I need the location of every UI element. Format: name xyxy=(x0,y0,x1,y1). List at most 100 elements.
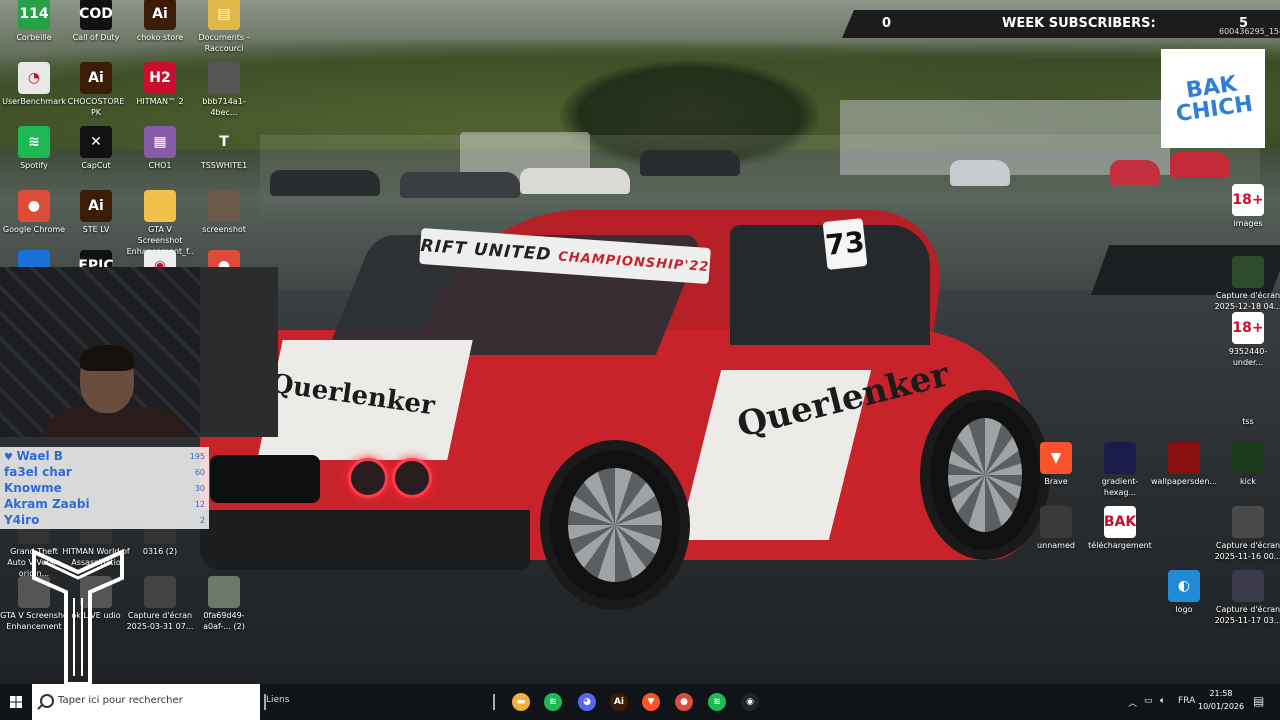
desktop-icon[interactable]: 18+ images xyxy=(1214,184,1280,229)
image-thumb-icon xyxy=(1168,442,1200,474)
desktop-icon[interactable]: screenshot xyxy=(190,190,258,235)
ai-icon: Ai xyxy=(80,190,112,222)
desktop-icon-label: Capture d'écran 2025-12-18 04... xyxy=(1214,291,1280,311)
desktop-icon[interactable]: ✕ CapCut xyxy=(62,126,130,171)
desktop-icon[interactable]: Ai STE LV xyxy=(62,190,130,235)
webcam-door xyxy=(200,267,278,437)
kick-icon xyxy=(1232,442,1264,474)
car-number: 73 xyxy=(822,218,868,270)
image-thumb-icon xyxy=(1232,570,1264,602)
desktop-icon[interactable]: ▦ CHO1 xyxy=(126,126,194,171)
desktop-icon[interactable]: Ai CHOCOSTORE PK xyxy=(62,62,130,118)
desktop-icon[interactable]: Capture d'écran 2025-03-31 07... xyxy=(126,576,194,632)
desktop-icon-label: logo xyxy=(1175,605,1193,614)
taskbar-clock[interactable]: 21:58 10/01/2026 xyxy=(1198,687,1244,713)
desktop-icon-label: wallpapersden... xyxy=(1150,477,1218,486)
desktop-icon[interactable]: ● Google Chrome xyxy=(0,190,68,235)
desktop-icon[interactable]: bbb714a1-4bec... xyxy=(190,62,258,118)
obs-icon[interactable]: ◉ xyxy=(741,693,759,711)
spotify-icon[interactable]: ≋ xyxy=(544,693,562,711)
desktop-icon[interactable]: 114 Corbeille xyxy=(0,0,68,43)
leaderboard-row: ♥ Wael B 195 xyxy=(4,449,205,465)
desktop-icon-label: Brave xyxy=(1044,477,1068,486)
file-explorer-icon[interactable]: ▬ xyxy=(512,693,530,711)
leaderboard-name-text: Wael B xyxy=(16,449,63,463)
brave-icon: ▼ xyxy=(1040,442,1072,474)
trophy-icon: ♥ xyxy=(4,452,17,463)
leaderboard-row: Y4iro 2 xyxy=(4,513,205,529)
desktop-icon[interactable]: wallpapersden... xyxy=(1150,442,1218,487)
cod-icon: COD xyxy=(79,0,113,30)
desktop-icon-label: unnamed xyxy=(1037,541,1075,550)
desktop-icon[interactable]: tss xyxy=(1214,382,1280,427)
desktop-icon-label: Spotify xyxy=(20,161,48,170)
winrar-icon: ▦ xyxy=(144,126,176,158)
desktop-icon-label: Capture d'écran 2025-03-31 07... xyxy=(126,611,194,631)
desktop-icon[interactable]: ▼ Brave xyxy=(1022,442,1090,487)
desktop-icon-label: STE LV xyxy=(82,225,110,234)
brave-icon[interactable]: ▼ xyxy=(642,693,660,711)
notification-center-icon[interactable]: ▤ xyxy=(1253,694,1264,708)
input-language[interactable]: FRA xyxy=(1178,696,1195,706)
desktop-icon[interactable]: kick xyxy=(1214,442,1280,487)
desktop-icon[interactable]: Capture d'écran 2025-11-16 00... xyxy=(1214,506,1280,562)
desktop-icon[interactable]: gradient-hexag... xyxy=(1086,442,1154,498)
links-toolbar[interactable]: Liens xyxy=(266,695,289,705)
wallpaper-background-car xyxy=(520,168,630,194)
desktop-icon[interactable]: ≋ Spotify xyxy=(0,126,68,171)
desktop-icon[interactable]: ◐ logo xyxy=(1150,570,1218,615)
desktop-icon[interactable]: ◔ UserBenchmark xyxy=(0,62,68,107)
age18-icon: 18+ xyxy=(1232,184,1264,216)
desktop-icon[interactable]: COD Call of Duty xyxy=(62,0,130,43)
desktop-icon[interactable]: ▤ Documents - Raccourci xyxy=(190,0,258,54)
wallpaper-race-car: RIFT UNITED CHAMPIONSHIP'22 73 Querlenke… xyxy=(200,200,1060,620)
desktop-icon[interactable]: Ai choko store xyxy=(126,0,194,43)
desktop-icon[interactable]: 18+ 9352440-under... xyxy=(1214,312,1280,368)
desktop-icon[interactable]: T TSSWHITE1 xyxy=(190,126,258,171)
clock-time: 21:58 xyxy=(1209,689,1233,698)
edge-icon: ◐ xyxy=(1168,570,1200,602)
k-icon: 114 xyxy=(18,0,50,30)
image-thumb-icon xyxy=(208,576,240,608)
desktop-icon-label: choko store xyxy=(136,33,184,42)
desktop-icon-label: 0fa69d49-a0af-... (2) xyxy=(203,611,245,631)
spotify-icon[interactable]: ≋ xyxy=(708,693,726,711)
chrome-icon[interactable]: ● xyxy=(675,693,693,711)
wallpaper-background-car xyxy=(1170,152,1230,178)
network-icon[interactable]: ▭ xyxy=(1144,696,1153,706)
start-button[interactable] xyxy=(0,684,32,720)
clock-date: 10/01/2026 xyxy=(1198,702,1245,711)
webcam-feed xyxy=(0,267,278,437)
leaderboard-row: Knowme 30 xyxy=(4,481,205,497)
tss-icon xyxy=(1232,382,1264,414)
discord-icon[interactable]: ◕ xyxy=(578,693,596,711)
car-grill xyxy=(210,455,320,503)
desktop-icon-label: kick xyxy=(1240,477,1256,486)
desktop-icon[interactable]: BAK téléchargement xyxy=(1086,506,1154,551)
banner-text-a: RIFT UNITED xyxy=(419,235,553,266)
desktop-icon[interactable]: Capture d'écran 2025-12-18 04... xyxy=(1214,256,1280,312)
taskbar-search-box[interactable]: Taper ici pour rechercher xyxy=(32,684,260,720)
illustrator-icon[interactable]: Ai xyxy=(610,693,628,711)
desktop-icon-label: CapCut xyxy=(81,161,111,170)
bakchich-logo-text: BAK CHICH xyxy=(1174,71,1255,127)
wallpaper-background-car xyxy=(400,172,520,198)
desktop-icon[interactable]: Capture d'écran 2025-11-17 03... xyxy=(1214,570,1280,626)
wallpaper-background-car xyxy=(640,150,740,176)
hitman-icon: H2 xyxy=(144,62,176,94)
desktop-icon-label: Corbeille xyxy=(16,33,52,42)
desktop-icon[interactable]: 0fa69d49-a0af-... (2) xyxy=(190,576,258,632)
desktop-icon[interactable]: unnamed xyxy=(1022,506,1090,551)
volume-icon[interactable]: 🔈︎ xyxy=(1160,696,1165,706)
show-hidden-icons-chevron-icon[interactable]: ︿ xyxy=(1128,696,1137,709)
webcam-streamer-hair xyxy=(80,345,134,371)
week-subscribers-label: WEEK SUBSCRIBERS: xyxy=(1002,16,1156,31)
car-bumper xyxy=(200,510,530,570)
desktop-icon-label: Call of Duty xyxy=(72,33,120,42)
image-thumb-icon xyxy=(1232,506,1264,538)
taskbar: Taper ici pour rechercher Liens ▬ ≋ ◕ Ai ▼ ● ≋… xyxy=(0,684,1280,720)
leaderboard-name: Y4iro xyxy=(4,513,40,527)
folder-icon xyxy=(144,190,176,222)
ai-icon: Ai xyxy=(144,0,176,30)
desktop-icon[interactable]: H2 HITMAN™ 2 xyxy=(126,62,194,107)
